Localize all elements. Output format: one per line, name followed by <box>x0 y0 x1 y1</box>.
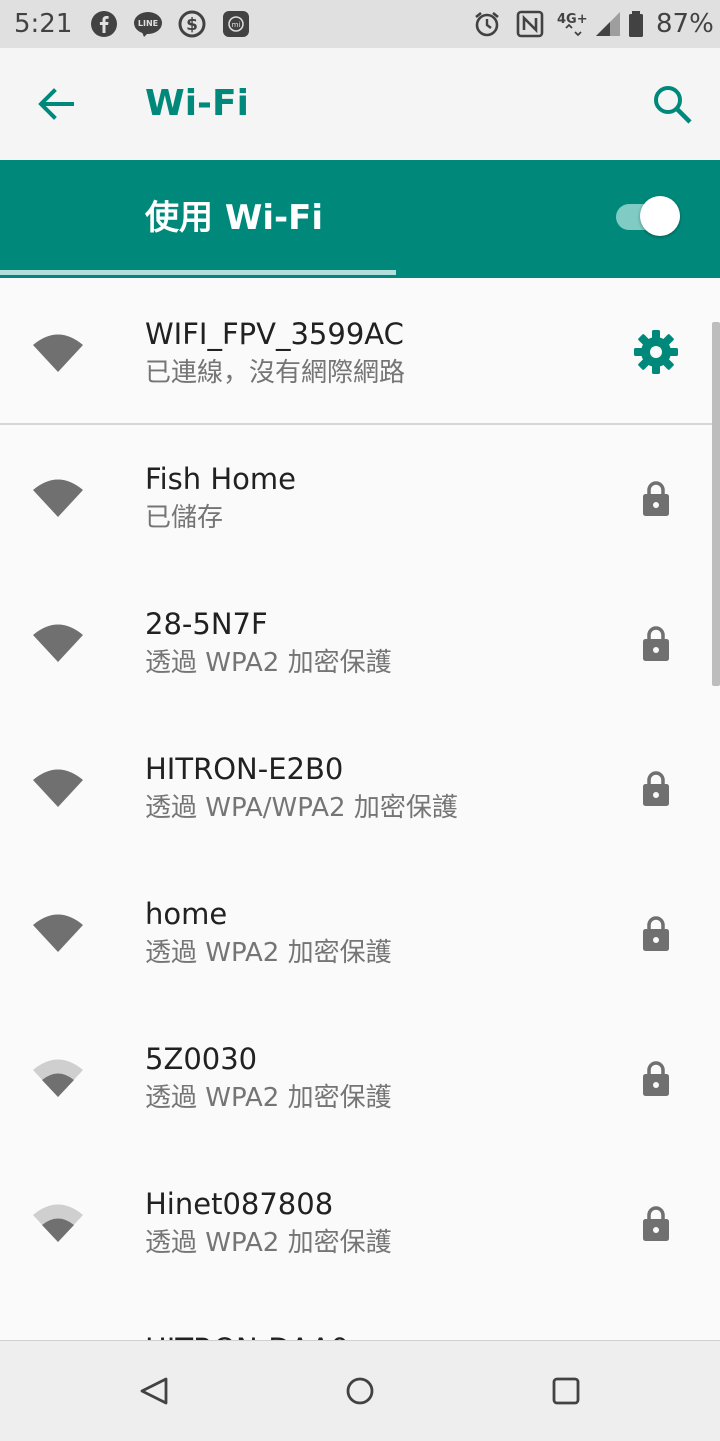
network-ssid: HITRON-E2B0 <box>145 752 344 786</box>
network-row[interactable]: home 透過 WPA2 加密保護 <box>0 858 720 1003</box>
svg-text:LINE: LINE <box>138 19 158 28</box>
status-bar: 5:21 LINE $ mi 4G+ 87% <box>0 0 720 48</box>
network-status: 透過 WPA2 加密保護 <box>145 1228 392 1258</box>
network-ssid: HITRON-DAA0 <box>145 1331 349 1340</box>
wifi-signal-icon <box>33 1204 83 1242</box>
wifi-master-switch-bar[interactable]: 使用 Wi-Fi <box>0 160 720 278</box>
lock-icon <box>643 1206 669 1241</box>
svg-text:mi: mi <box>232 21 241 29</box>
wifi-signal-icon <box>33 1059 83 1097</box>
scrollbar[interactable] <box>712 322 720 686</box>
network-ssid: home <box>145 897 228 931</box>
network-status: 已儲存 <box>145 503 224 533</box>
network-status: 透過 WPA2 加密保護 <box>145 648 392 678</box>
alarm-icon <box>475 11 499 37</box>
wifi-signal-icon <box>33 479 83 517</box>
page-title: Wi-Fi <box>145 83 249 124</box>
network-ssid: Fish Home <box>145 462 296 496</box>
lock-icon <box>643 626 669 661</box>
network-status: 透過 WPA/WPA2 加密保護 <box>145 793 458 823</box>
scan-progress-indicator <box>0 270 396 275</box>
wifi-signal-icon <box>33 624 83 662</box>
lock-icon <box>643 481 669 516</box>
network-row[interactable]: HITRON-DAA0 <box>0 1293 720 1340</box>
network-row[interactable]: 5Z0030 透過 WPA2 加密保護 <box>0 1003 720 1148</box>
network-list: WIFI_FPV_3599AC 已連線，沒有網際網路 Fish Home 已儲存 28-… <box>0 278 720 1340</box>
wifi-master-label: 使用 Wi-Fi <box>145 198 323 238</box>
nav-recents-icon[interactable] <box>542 1367 590 1415</box>
network-ssid: Hinet087808 <box>145 1187 334 1221</box>
network-row[interactable]: 28-5N7F 透過 WPA2 加密保護 <box>0 568 720 713</box>
svg-text:4G+: 4G+ <box>557 12 588 27</box>
facebook-icon <box>91 11 117 37</box>
wifi-toggle-thumb <box>640 196 680 236</box>
network-status: 已連線，沒有網際網路 <box>145 358 406 388</box>
network-ssid: WIFI_FPV_3599AC <box>145 317 404 351</box>
network-ssid: 28-5N7F <box>145 607 268 641</box>
lock-icon <box>643 771 669 806</box>
nav-home-icon[interactable] <box>336 1367 384 1415</box>
search-icon[interactable] <box>648 80 696 128</box>
nav-back-icon[interactable] <box>130 1367 178 1415</box>
battery-percent: 87% <box>656 9 714 39</box>
mi-icon: mi <box>223 11 249 37</box>
status-time: 5:21 <box>14 9 73 39</box>
network-row[interactable]: Hinet087808 透過 WPA2 加密保護 <box>0 1148 720 1293</box>
back-arrow-icon[interactable] <box>32 80 80 128</box>
network-row[interactable]: HITRON-E2B0 透過 WPA/WPA2 加密保護 <box>0 713 720 858</box>
wifi-signal-icon <box>33 914 83 952</box>
app-bar: Wi-Fi <box>0 48 720 160</box>
lock-icon <box>643 1061 669 1096</box>
dollar-icon: $ <box>178 10 206 38</box>
lock-icon <box>643 916 669 951</box>
wifi-toggle[interactable] <box>614 194 684 240</box>
signal-icon <box>596 12 620 36</box>
gear-icon[interactable] <box>632 328 680 376</box>
battery-icon <box>629 11 643 37</box>
network-status: 透過 WPA2 加密保護 <box>145 1083 392 1113</box>
network-row[interactable]: WIFI_FPV_3599AC 已連線，沒有網際網路 <box>0 278 720 425</box>
wifi-signal-icon <box>33 334 83 372</box>
network-ssid: 5Z0030 <box>145 1042 258 1076</box>
navigation-bar <box>0 1340 720 1441</box>
svg-text:$: $ <box>186 15 198 35</box>
nfc-icon <box>516 10 544 38</box>
wifi-signal-icon <box>33 769 83 807</box>
network-status: 透過 WPA2 加密保護 <box>145 938 392 968</box>
line-icon: LINE <box>134 12 162 37</box>
4g-plus-icon: 4G+ <box>557 12 588 37</box>
network-row[interactable]: Fish Home 已儲存 <box>0 423 720 568</box>
